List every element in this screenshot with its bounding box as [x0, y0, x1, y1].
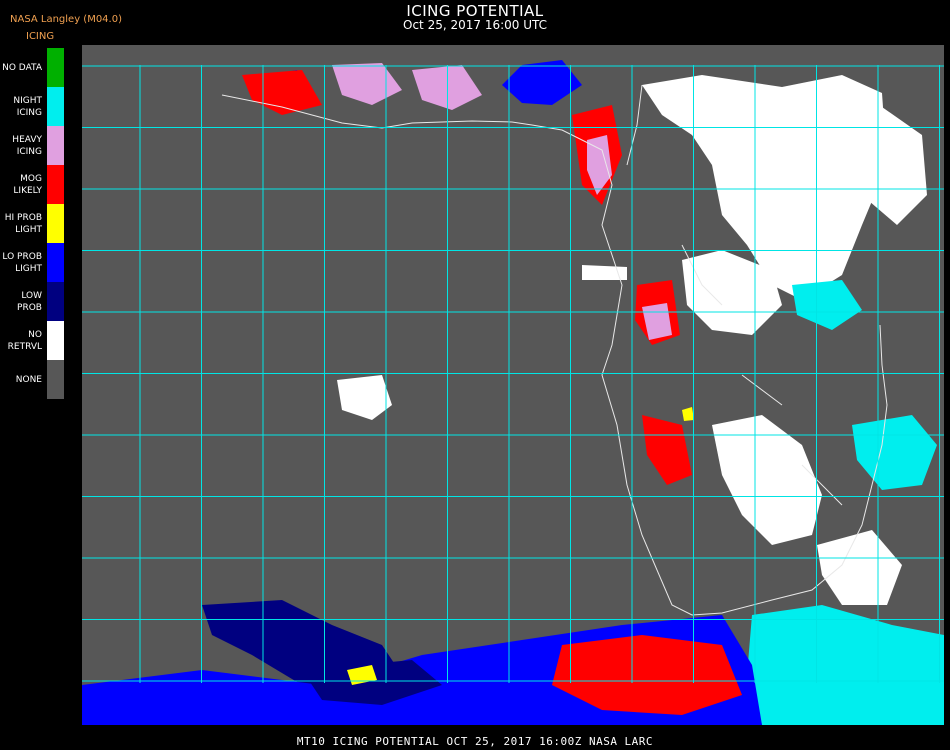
legend-swatch: [47, 321, 64, 360]
legend-item-lo-prob-light: LO PROB LIGHT: [0, 243, 66, 282]
legend-swatch: [47, 243, 64, 282]
legend-swatch: [47, 282, 64, 321]
cloud-region: [582, 265, 627, 280]
legend-label: NO DATA: [2, 62, 42, 73]
legend-label: NO RETRVL: [7, 329, 42, 352]
icing-map[interactable]: [82, 45, 944, 725]
map-canvas: [82, 60, 944, 725]
legend-item-mog-likely: MOG LIKELY: [0, 165, 66, 204]
night-icing-region: [852, 415, 937, 490]
cloud-region: [817, 530, 902, 605]
legend-label: LOW PROB: [17, 290, 42, 313]
heavy-icing-core: [332, 63, 402, 105]
legend-swatch: [47, 360, 64, 399]
legend-swatch: [47, 204, 64, 243]
legend-label: LO PROB LIGHT: [2, 251, 42, 274]
mog-likely-core: [242, 70, 322, 115]
legend-label: HEAVY ICING: [12, 134, 42, 157]
night-icing-region: [747, 605, 944, 725]
legend-swatch: [47, 165, 64, 204]
legend: NO DATA NIGHT ICING HEAVY ICING MOG LIKE…: [0, 48, 66, 399]
legend-label: NONE: [15, 374, 42, 385]
footer-caption: MT10 ICING POTENTIAL OCT 25, 2017 16:00Z…: [296, 735, 654, 748]
hi-prob-light-core: [682, 407, 694, 421]
night-icing-region: [792, 280, 862, 330]
legend-item-heavy-icing: HEAVY ICING: [0, 126, 66, 165]
legend-item-hi-prob-light: HI PROB LIGHT: [0, 204, 66, 243]
legend-swatch: [47, 87, 64, 126]
legend-swatch: [47, 126, 64, 165]
legend-label: NIGHT ICING: [13, 95, 42, 118]
cloud-region: [337, 375, 392, 420]
legend-label: MOG LIKELY: [13, 173, 42, 196]
legend-item-no-data: NO DATA: [0, 48, 66, 87]
legend-swatch: [47, 48, 64, 87]
legend-item-night-icing: NIGHT ICING: [0, 87, 66, 126]
legend-item-low-prob: LOW PROB: [0, 282, 66, 321]
map-timestamp: Oct 25, 2017 16:00 UTC: [403, 18, 547, 32]
legend-label: HI PROB LIGHT: [4, 212, 42, 235]
legend-item-none: NONE: [0, 360, 66, 399]
legend-item-no-retrvl: NO RETRVL: [0, 321, 66, 360]
low-prob-regions: [82, 60, 762, 725]
header-product-label: ICING: [26, 31, 55, 42]
mog-likely-core: [642, 415, 692, 485]
icing-cores: [242, 63, 742, 715]
